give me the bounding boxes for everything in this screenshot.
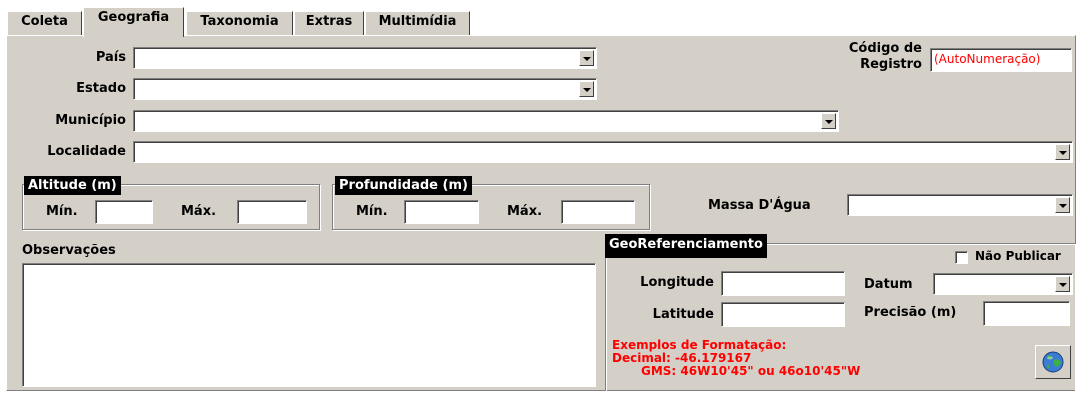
altitude-max-label: Máx.: [181, 204, 217, 219]
globe-icon: [1042, 351, 1064, 373]
massa-agua-select[interactable]: [847, 194, 1073, 216]
precisao-label: Precisão (m): [864, 305, 957, 320]
observacoes-textarea[interactable]: [22, 263, 596, 387]
tab-label: Multimídia: [378, 14, 457, 29]
nao-publicar-checkbox[interactable]: [955, 251, 968, 264]
latitude-label: Latitude: [652, 307, 714, 322]
profundidade-min-label: Mín.: [356, 204, 388, 219]
codigo-label-line1: Código de: [848, 41, 922, 56]
profundidade-max-label: Máx.: [507, 204, 543, 219]
pais-select[interactable]: [133, 47, 597, 69]
chevron-down-icon[interactable]: [579, 50, 594, 66]
chevron-down-icon[interactable]: [1055, 144, 1070, 160]
municipio-select[interactable]: [133, 110, 839, 132]
datum-label: Datum: [864, 277, 913, 292]
tab-label: Geografia: [97, 10, 170, 25]
localidade-label: Localidade: [47, 144, 126, 159]
municipio-label: Município: [55, 113, 126, 128]
estado-label: Estado: [76, 81, 126, 96]
longitude-label: Longitude: [640, 275, 714, 290]
massa-agua-label: Massa D'Água: [708, 198, 811, 213]
altitude-min-label: Mín.: [46, 204, 78, 219]
chevron-down-icon[interactable]: [1055, 276, 1070, 292]
profundidade-min-input[interactable]: [404, 200, 479, 224]
precisao-input[interactable]: [983, 301, 1070, 326]
altitude-title: Altitude (m): [24, 176, 121, 195]
chevron-down-icon[interactable]: [1055, 197, 1070, 213]
tab-label: Extras: [305, 14, 353, 29]
codigo-registro-field[interactable]: (AutoNumeração): [930, 48, 1072, 72]
tab-label: Coleta: [21, 14, 68, 29]
tab-geografia[interactable]: Geografia: [83, 7, 184, 37]
chevron-down-icon[interactable]: [821, 113, 836, 129]
longitude-input[interactable]: [721, 271, 845, 296]
datum-select[interactable]: [933, 273, 1073, 295]
tab-multimidia[interactable]: Multimídia: [365, 11, 470, 35]
examples-gms: GMS: 46W10'45" ou 46o10'45"W: [641, 364, 861, 378]
altitude-max-input[interactable]: [237, 200, 307, 224]
localidade-select[interactable]: [133, 141, 1073, 163]
profundidade-max-input[interactable]: [561, 200, 635, 224]
estado-select[interactable]: [133, 78, 597, 100]
nao-publicar-label: Não Publicar: [975, 249, 1061, 263]
tab-coleta[interactable]: Coleta: [7, 11, 82, 35]
globe-button[interactable]: [1035, 345, 1071, 379]
chevron-down-icon[interactable]: [579, 81, 594, 97]
pais-label: País: [95, 50, 126, 65]
tab-label: Taxonomia: [200, 14, 279, 29]
formatting-examples: Exemplos de Formatação: Decimal: -46.179…: [612, 339, 860, 378]
codigo-registro-label: Código de Registro: [820, 41, 922, 73]
georef-title: GeoReferenciamento: [605, 234, 767, 258]
profundidade-title: Profundidade (m): [335, 176, 472, 195]
observacoes-label: Observações: [22, 243, 116, 258]
altitude-min-input[interactable]: [95, 200, 153, 224]
tab-taxonomia[interactable]: Taxonomia: [186, 11, 293, 35]
tab-extras[interactable]: Extras: [294, 11, 364, 35]
latitude-input[interactable]: [721, 302, 845, 327]
codigo-label-line2: Registro: [860, 57, 922, 72]
